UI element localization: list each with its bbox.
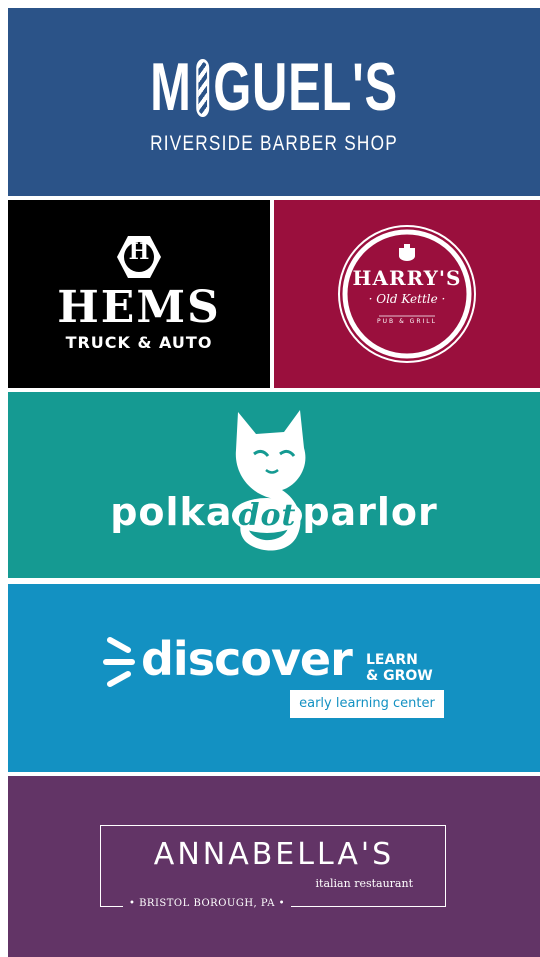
polka-word-polka: polka [110,490,233,534]
miguels-logo-panel: M GUEL'S RIVERSIDE BARBER SHOP [8,8,540,196]
annabellas-location: • BRISTOL BOROUGH, PA • [123,898,292,909]
hems-logo-panel: H HEMS TRUCK & AUTO [8,200,270,388]
annabellas-location-text: BRISTOL BOROUGH, PA [139,898,275,909]
hex-letter: H [128,239,150,265]
annabellas-subtitle: italian restaurant [315,877,413,890]
annabellas-frame: ANNABELLA'S italian restaurant • BRISTOL… [100,825,446,909]
miguels-title-left: M [150,49,192,125]
discover-grow: & GROW [366,668,433,684]
harrys-tagline: PUB & GRILL [377,318,437,325]
discover-tagline-box: early learning center [290,690,444,718]
annabellas-title: ANNABELLA'S [153,837,395,872]
polka-wordmark: polka dot parlor [8,490,540,534]
harrys-logo-panel: HARRY'S · Old Kettle · PUB & GRILL [274,200,540,388]
hems-title: HEMS [57,282,221,333]
polka-word-parlor: parlor [302,490,438,534]
polka-dot-logo-panel: polka dot parlor [8,392,540,578]
discover-learn: LEARN [366,652,418,668]
miguels-subtitle: RIVERSIDE BARBER SHOP [150,132,398,155]
discover-learn-grow: LEARN & GROW [366,652,433,684]
harrys-title: HARRY'S [352,266,462,290]
polka-word-dot: dot [232,498,303,533]
discover-wordmark: discover [141,632,353,686]
discover-logo-panel: discover LEARN & GROW early learning cen… [8,584,540,772]
kettle-icon [399,244,415,261]
miguels-wordmark: M GUEL'S [82,53,465,121]
barber-pole-icon [195,59,209,117]
harrys-script: · Old Kettle · [368,292,446,306]
hems-subtitle: TRUCK & AUTO [65,333,213,352]
sunrise-rays-icon [103,637,135,687]
cat-icon [235,410,306,551]
miguels-title-right: GUEL'S [213,49,398,125]
annabellas-logo-panel: ANNABELLA'S italian restaurant • BRISTOL… [8,776,540,957]
